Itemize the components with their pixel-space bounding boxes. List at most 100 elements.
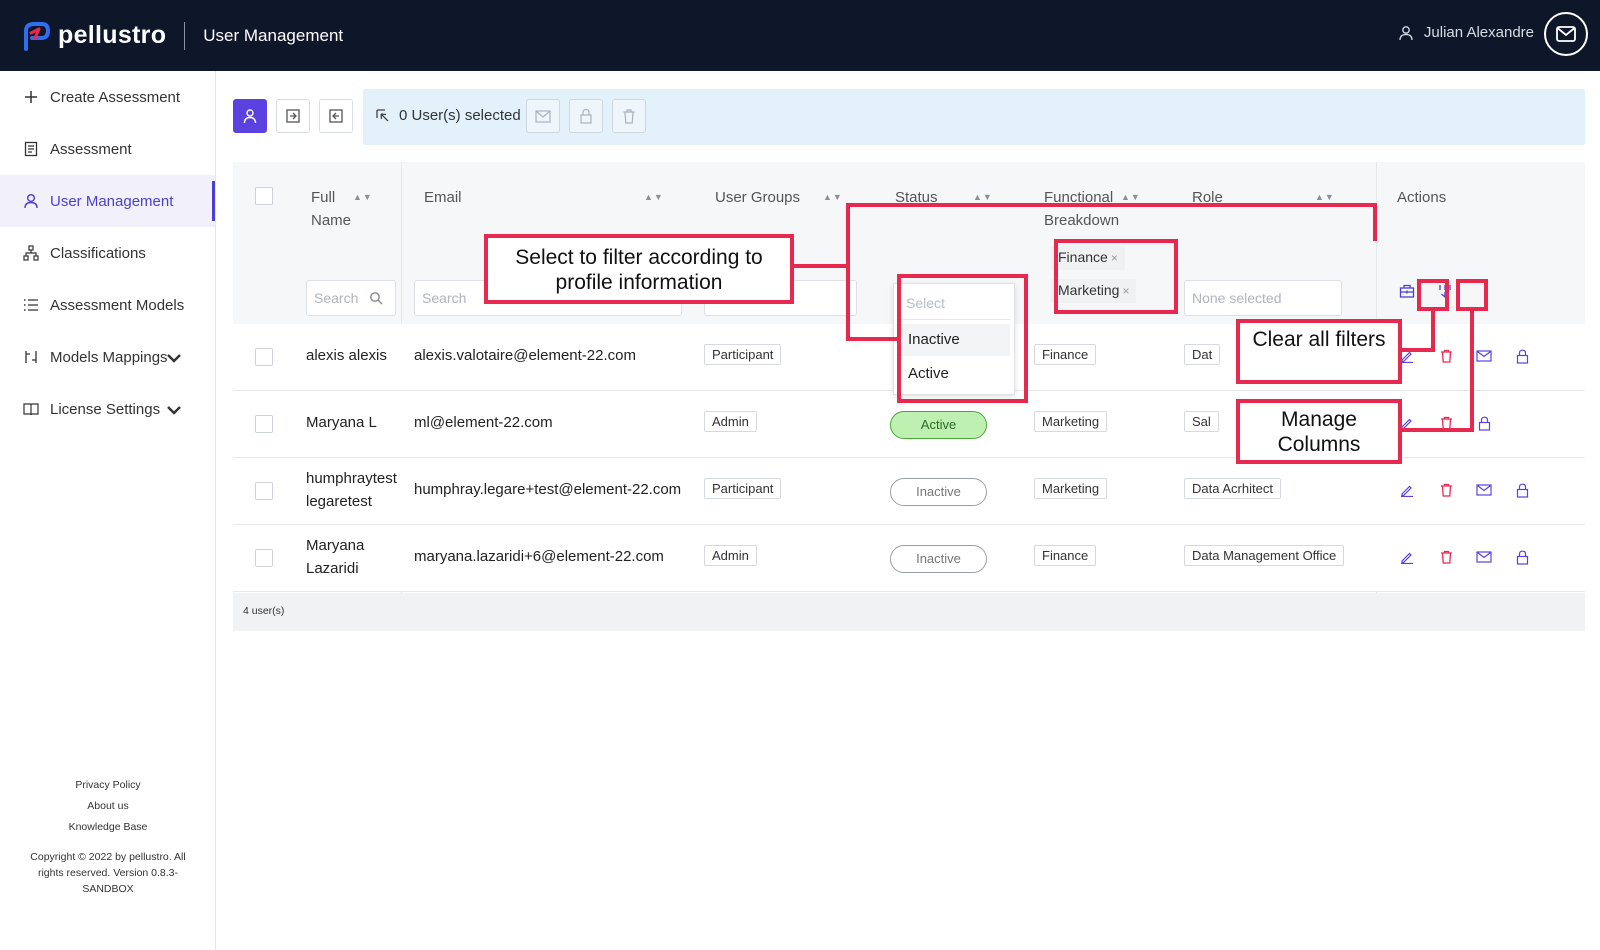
- delete-selected-button[interactable]: [612, 99, 646, 133]
- sidebar-item-label: Models Mappings: [50, 348, 168, 366]
- user-icon: [243, 109, 257, 124]
- toolbar: 0 User(s) selected: [233, 89, 1585, 145]
- callout-connector: [790, 264, 850, 268]
- status-badge: Active: [890, 411, 987, 439]
- role-tag: Dat: [1184, 344, 1221, 365]
- role-tag: Sal: [1184, 411, 1219, 432]
- knowledge-base-link[interactable]: Knowledge Base: [0, 821, 216, 833]
- name-search-input[interactable]: Search: [306, 280, 396, 316]
- selection-bar: 0 User(s) selected: [363, 89, 1585, 145]
- list-icon: [23, 299, 38, 311]
- chevron-down-icon[interactable]: [165, 401, 183, 419]
- sort-full-name-icon[interactable]: ▲▼: [353, 192, 373, 202]
- about-us-link[interactable]: About us: [0, 800, 216, 812]
- row-checkbox[interactable]: [255, 348, 273, 366]
- lock-icon[interactable]: [1511, 479, 1533, 501]
- trash-icon[interactable]: [1435, 546, 1457, 568]
- sidebar-item-create-assessment[interactable]: Create Assessment: [0, 71, 215, 123]
- edit-icon[interactable]: [1396, 479, 1418, 501]
- lock-icon: [580, 108, 592, 124]
- column-header-user-groups[interactable]: User Groups: [715, 186, 800, 209]
- sidebar-item-classifications[interactable]: Classifications: [0, 227, 215, 279]
- table-row[interactable]: Maryana Lazaridi maryana.lazaridi+6@elem…: [233, 525, 1585, 592]
- callout-connector: [1431, 309, 1435, 352]
- sort-role-icon[interactable]: ▲▼: [1315, 192, 1335, 202]
- import-button[interactable]: [276, 99, 310, 133]
- functional-tag: Finance: [1034, 545, 1097, 566]
- selected-text: 0 User(s) selected: [399, 107, 521, 124]
- sidebar-item-label: Classifications: [50, 244, 146, 262]
- mail-icon[interactable]: [1473, 479, 1495, 501]
- messages-button[interactable]: [1544, 12, 1588, 56]
- sidebar-item-label: Assessment Models: [50, 296, 185, 314]
- functional-tag: Finance: [1034, 344, 1097, 365]
- column-header-email[interactable]: Email: [424, 186, 462, 209]
- trash-icon[interactable]: [1435, 345, 1457, 367]
- chevron-down-icon[interactable]: [165, 349, 183, 367]
- clear-filters-icon: [1399, 284, 1415, 298]
- sidebar: Create Assessment Assessment User Manage…: [0, 71, 216, 950]
- row-checkbox[interactable]: [255, 549, 273, 567]
- mail-icon[interactable]: [1473, 546, 1495, 568]
- lock-icon[interactable]: [1473, 412, 1495, 434]
- callout-connector: [846, 203, 1377, 207]
- sidebar-item-models-mappings[interactable]: Models Mappings: [0, 331, 215, 383]
- user-full-name: Maryana Lazaridi: [306, 537, 365, 577]
- lock-selected-button[interactable]: [569, 99, 603, 133]
- brand-logo[interactable]: pellustro: [22, 21, 166, 51]
- status-badge: Inactive: [890, 478, 987, 506]
- clear-filters-highlight: [1417, 279, 1449, 311]
- role-filter[interactable]: None selected: [1184, 280, 1342, 316]
- sidebar-item-label: Create Assessment: [50, 88, 181, 106]
- cursor-select-icon: [376, 108, 389, 121]
- export-icon: [329, 109, 343, 123]
- sidebar-footer: Privacy Policy About us Knowledge Base C…: [0, 779, 216, 897]
- sort-functional-icon[interactable]: ▲▼: [1121, 192, 1141, 202]
- edit-icon[interactable]: [1396, 546, 1418, 568]
- column-header-functional-breakdown[interactable]: Functional Breakdown: [1044, 186, 1128, 232]
- manage-columns-highlight: [1456, 279, 1488, 311]
- select-all-checkbox[interactable]: [255, 187, 273, 205]
- title-divider: [184, 21, 186, 50]
- manage-columns-callout: Manage Columns: [1236, 399, 1402, 464]
- export-button[interactable]: [319, 99, 353, 133]
- user-menu[interactable]: Julian Alexandre: [1398, 24, 1534, 41]
- table-footer-count: 4 user(s): [233, 593, 1585, 631]
- copyright-text: Copyright © 2022 by pellustro. All right…: [30, 851, 186, 895]
- functional-tag: Marketing: [1034, 411, 1108, 432]
- callout-connector: [1373, 203, 1377, 241]
- sidebar-item-user-management[interactable]: User Management: [0, 175, 215, 227]
- callout-connector: [1401, 428, 1474, 432]
- hierarchy-icon: [23, 245, 39, 261]
- table-row[interactable]: humphraytest legaretest humphray.legare+…: [233, 458, 1585, 525]
- add-user-button[interactable]: [233, 99, 267, 133]
- lock-icon[interactable]: [1511, 345, 1533, 367]
- callout-connector: [1470, 309, 1474, 432]
- row-checkbox[interactable]: [255, 415, 273, 433]
- lock-icon[interactable]: [1511, 546, 1533, 568]
- mail-icon[interactable]: [1473, 345, 1495, 367]
- sidebar-item-license-settings[interactable]: License Settings: [0, 383, 215, 435]
- functional-tag: Marketing: [1034, 478, 1108, 499]
- user-icon: [1399, 25, 1413, 40]
- trash-icon: [623, 109, 635, 124]
- user-icon: [24, 194, 38, 209]
- clear-filters-callout: Clear all filters: [1236, 319, 1402, 384]
- sort-user-groups-icon[interactable]: ▲▼: [823, 192, 843, 202]
- search-icon: [370, 292, 383, 305]
- email-selected-button[interactable]: [526, 99, 560, 133]
- trash-icon[interactable]: [1435, 479, 1457, 501]
- sidebar-item-assessment[interactable]: Assessment: [0, 123, 215, 175]
- user-group-tag: Admin: [704, 545, 757, 566]
- row-checkbox[interactable]: [255, 482, 273, 500]
- status-badge: Inactive: [890, 545, 987, 573]
- sidebar-item-assessment-models[interactable]: Assessment Models: [0, 279, 215, 331]
- sidebar-item-label: Assessment: [50, 140, 132, 158]
- mapping-icon: [25, 351, 37, 363]
- selection-count: 0 User(s) selected: [375, 107, 521, 124]
- filter-callout: Select to filter according to profile in…: [484, 234, 794, 304]
- sort-email-icon[interactable]: ▲▼: [644, 192, 664, 202]
- page-title: User Management: [203, 25, 344, 45]
- privacy-policy-link[interactable]: Privacy Policy: [0, 779, 216, 791]
- sort-status-icon[interactable]: ▲▼: [973, 192, 993, 202]
